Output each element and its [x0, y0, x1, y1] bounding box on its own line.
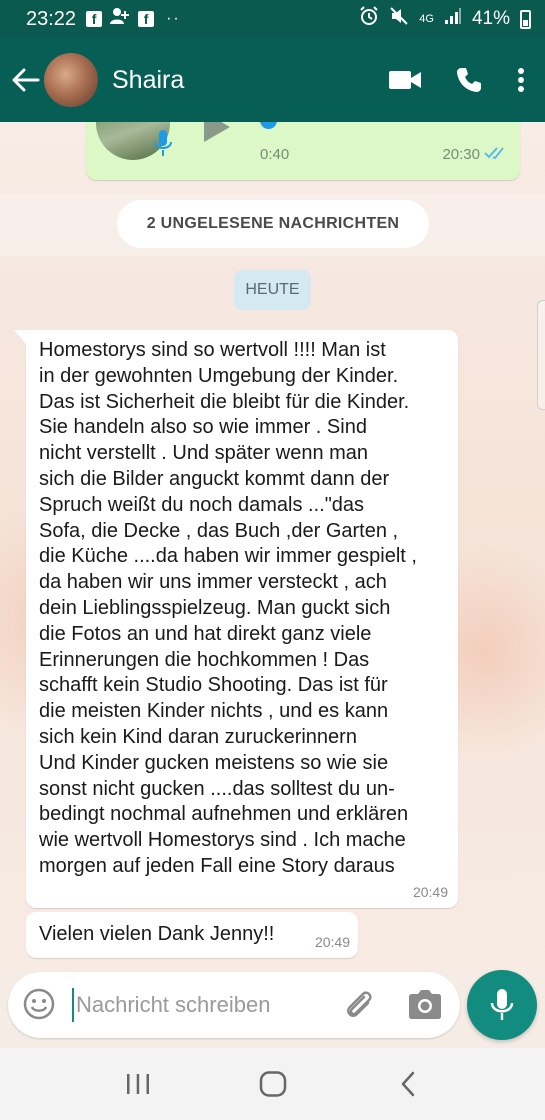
home-icon [259, 1071, 286, 1097]
recents-icon [126, 1074, 149, 1094]
alarm-icon [359, 6, 379, 32]
attach-button[interactable] [342, 989, 376, 1028]
voice-duration: 0:40 [260, 146, 290, 163]
message-composer [8, 972, 460, 1038]
signal-icon [444, 7, 462, 31]
back-icon [401, 1071, 414, 1097]
message-text: Vielen vielen Dank Jenny!! [39, 923, 275, 945]
status-right: 4G 41% [359, 6, 531, 32]
back-button[interactable] [4, 58, 48, 102]
back-arrow-icon [12, 68, 40, 92]
more-notifications-icon: ·· [166, 10, 181, 27]
add-person-icon [110, 7, 130, 31]
camera-icon [409, 990, 441, 1019]
phone-icon [457, 68, 481, 92]
voice-progress-knob[interactable] [260, 122, 277, 129]
mic-icon [490, 989, 514, 1020]
emoji-icon [23, 988, 55, 1020]
video-call-button[interactable] [389, 69, 421, 91]
message-input[interactable] [76, 985, 326, 1025]
facebook-icon: f [86, 11, 103, 27]
network-type: 4G [419, 13, 434, 25]
play-icon[interactable] [204, 122, 230, 142]
voice-call-button[interactable] [455, 66, 483, 94]
notification-icons: f f ·· [86, 7, 181, 31]
voice-mic-icon [154, 130, 172, 163]
battery-icon [520, 9, 531, 29]
back-nav-button[interactable] [378, 1054, 438, 1114]
scroll-indicator[interactable] [537, 300, 545, 410]
text-caret [72, 988, 74, 1022]
more-vert-icon [518, 68, 524, 92]
status-bar: 23:22 f f ·· 4G 41% [0, 0, 545, 38]
camera-button[interactable] [408, 988, 442, 1025]
incoming-message[interactable]: Homestorys sind so wertvoll !!!! Man ist… [14, 330, 458, 908]
system-nav-bar [0, 1048, 545, 1120]
chat-area[interactable]: 0:40 20:30 2 UNGELESENE NACHRICHTEN HEUT… [0, 122, 545, 970]
header-actions [389, 66, 525, 94]
message-time: 20:49 [314, 934, 350, 950]
unread-banner: 2 UNGELESENE NACHRICHTEN [117, 200, 429, 248]
date-label: HEUTE [234, 270, 311, 310]
battery-percent: 41% [471, 8, 510, 29]
avatar[interactable] [44, 53, 98, 107]
incoming-message[interactable]: Vielen vielen Dank Jenny!! 20:49 [26, 912, 358, 958]
mute-icon [389, 6, 409, 32]
read-receipt-icon [484, 146, 508, 165]
voice-record-button[interactable] [467, 970, 537, 1040]
emoji-button[interactable] [22, 987, 56, 1026]
facebook-icon: f [138, 11, 155, 27]
more-options-button[interactable] [517, 67, 525, 93]
voice-timestamp: 20:30 [442, 146, 480, 163]
message-text: Homestorys sind so wertvoll !!!! Man ist… [39, 339, 417, 877]
paperclip-icon [347, 991, 372, 1017]
status-time: 23:22 [26, 7, 77, 30]
recents-button[interactable] [108, 1054, 168, 1114]
chat-header: Shaira [0, 38, 545, 122]
contact-name[interactable]: Shaira [112, 66, 184, 95]
voice-message-bubble[interactable]: 0:40 20:30 [86, 122, 520, 180]
message-time: 20:49 [412, 884, 448, 900]
home-button[interactable] [243, 1054, 303, 1114]
video-call-icon [389, 71, 421, 89]
